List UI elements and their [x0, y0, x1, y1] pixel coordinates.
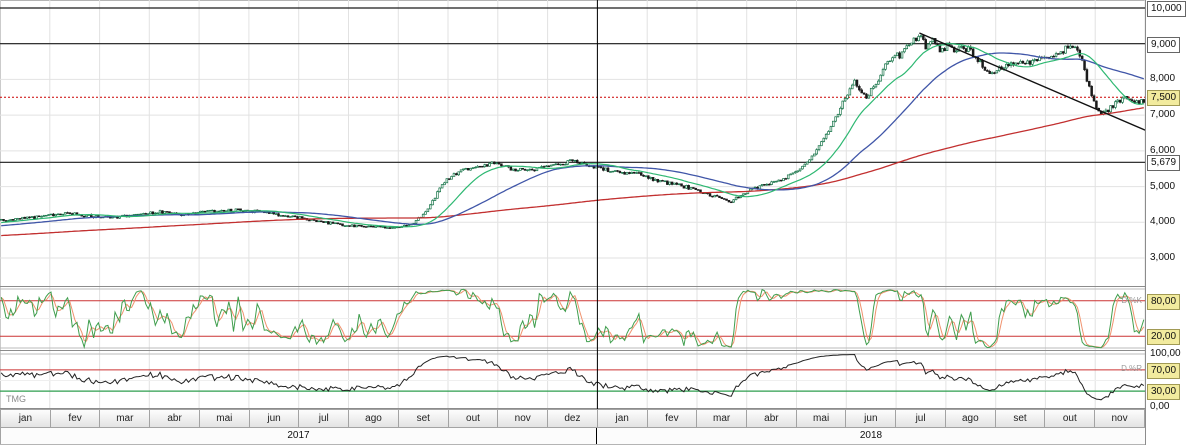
rsi-axis-label: 30,00 — [1147, 384, 1180, 400]
time-axis[interactable]: janfevmarabrmaijunjulagosetoutnovdezjanf… — [0, 409, 1145, 445]
year-label-2017: 2017 — [0, 428, 597, 444]
oscillator-levels — [0, 301, 1145, 391]
stoch-series-tag: D.%K — [1096, 296, 1142, 305]
tmg-line — [1, 355, 1144, 400]
rsi-axis-label: 70,00 — [1147, 363, 1180, 379]
month-cell-out-2017[interactable]: out — [449, 409, 499, 428]
year-row: 2017 2018 — [0, 428, 1145, 445]
month-cell-fev-2018[interactable]: fev — [648, 409, 698, 428]
price-axis-label: 8,000 — [1147, 72, 1178, 86]
candles-layer — [0, 34, 1144, 229]
price-axis-label: 7,500 — [1147, 90, 1180, 106]
price-axis-label: 5,679 — [1147, 155, 1180, 171]
price-axis-label: 5,000 — [1147, 180, 1178, 194]
month-cell-nov-2017[interactable]: nov — [498, 409, 548, 428]
month-cell-set-2018[interactable]: set — [996, 409, 1046, 428]
month-cell-abr-2017[interactable]: abr — [150, 409, 200, 428]
ma20-line — [1, 44, 1144, 227]
month-cell-out-2018[interactable]: out — [1045, 409, 1095, 428]
month-cell-set-2017[interactable]: set — [399, 409, 449, 428]
rsi-series-tag: D.%R — [1096, 364, 1142, 373]
year-label-2018: 2018 — [597, 428, 1145, 444]
month-cell-fev-2017[interactable]: fev — [51, 409, 101, 428]
month-cell-mar-2018[interactable]: mar — [697, 409, 747, 428]
chart-svg — [0, 0, 1145, 409]
ma200-line — [1, 108, 1144, 236]
stoch-axis-label: 80,00 — [1147, 294, 1180, 310]
month-cell-jun-2018[interactable]: jun — [846, 409, 896, 428]
price-axis-label: 4,000 — [1147, 215, 1178, 229]
month-cell-jul-2017[interactable]: jul — [299, 409, 349, 428]
month-cell-mai-2017[interactable]: mai — [200, 409, 250, 428]
moving-averages-layer — [1, 44, 1144, 236]
month-row: janfevmarabrmaijunjulagosetoutnovdezjanf… — [0, 409, 1145, 428]
month-cell-jan-2017[interactable]: jan — [0, 409, 51, 428]
price-axis[interactable]: 10,0009,0008,0007,5007,0006,0005,6795,00… — [1145, 0, 1201, 445]
month-cell-abr-2018[interactable]: abr — [747, 409, 797, 428]
price-axis-label: 10,000 — [1147, 1, 1186, 17]
stoch-axis-label: 20,00 — [1147, 329, 1180, 345]
price-levels — [0, 8, 1145, 162]
price-axis-label: 3,000 — [1147, 251, 1178, 265]
month-cell-jul-2018[interactable]: jul — [896, 409, 946, 428]
rsi-axis-label: 0,00 — [1147, 400, 1172, 414]
month-cell-dez-2017[interactable]: dez — [548, 409, 598, 428]
month-cell-jun-2017[interactable]: jun — [250, 409, 300, 428]
panel-dividers — [0, 287, 1145, 409]
indicator-label-tmg: TMG — [6, 394, 26, 404]
chart-canvas[interactable] — [0, 0, 1145, 409]
tmg-layer — [1, 355, 1144, 400]
price-axis-label: 7,000 — [1147, 108, 1178, 122]
month-cell-ago-2017[interactable]: ago — [349, 409, 399, 428]
month-cell-jan-2018[interactable]: jan — [598, 409, 648, 428]
rsi-axis-label: 100,00 — [1147, 347, 1184, 361]
price-chart-window: D.%K D.%R TMG 10,000 9,000 8,000 7,500 7,000… — [0, 0, 1201, 445]
month-cell-mar-2017[interactable]: mar — [100, 409, 150, 428]
month-cell-ago-2018[interactable]: ago — [946, 409, 996, 428]
month-cell-mai-2018[interactable]: mai — [797, 409, 847, 428]
price-axis-label: 9,000 — [1147, 37, 1180, 53]
month-cell-nov-2018[interactable]: nov — [1095, 409, 1145, 428]
